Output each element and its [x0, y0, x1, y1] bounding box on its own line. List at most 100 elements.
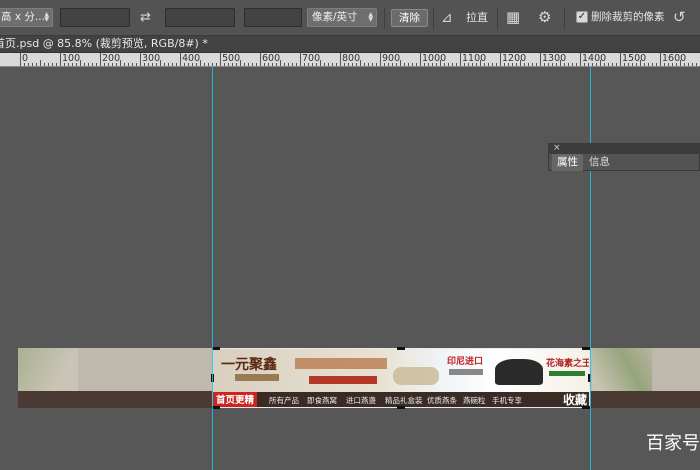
ruler-tick — [688, 63, 689, 66]
crop-handle[interactable] — [397, 347, 405, 350]
crop-area[interactable]: 一元聚鑫 印尼进口 花海素之王 首页更精彩 所有产品 即食燕窝 进口燕盏 精品礼… — [212, 348, 590, 408]
resolution-field[interactable] — [244, 8, 302, 27]
ruler-tick — [504, 63, 505, 66]
ruler-tick — [272, 63, 273, 66]
ruler-tick — [672, 63, 673, 66]
ruler-tick — [216, 63, 217, 66]
delete-cropped-checkbox[interactable]: ✓ — [576, 11, 588, 23]
ruler-tick — [536, 63, 537, 66]
ruler-tick — [224, 63, 225, 66]
crop-handle[interactable] — [212, 406, 220, 409]
ruler-tick — [368, 63, 369, 66]
ruler-tick — [404, 63, 405, 66]
ruler-label: 1100 — [462, 53, 487, 64]
slogan-graphic — [295, 358, 387, 369]
ruler-tick — [188, 63, 189, 66]
ruler-tick — [184, 63, 185, 66]
ruler-tick — [352, 63, 353, 66]
logo-subtitle-graphic — [235, 374, 279, 381]
ruler-tick — [648, 63, 649, 66]
ruler-tick — [548, 63, 549, 66]
document-tab[interactable]: 首页.psd @ 85.8% (裁剪预览, RGB/8#) * — [0, 36, 216, 53]
reset-icon[interactable]: ↺ — [673, 10, 686, 25]
nav-item: 即食燕窝 — [307, 396, 337, 405]
divider — [564, 7, 565, 29]
ruler-tick — [40, 60, 41, 66]
ruler-tick — [120, 60, 121, 66]
resolution-units-select[interactable]: 像素/英寸 ▲ ▼ — [307, 8, 377, 27]
ruler-tick — [228, 63, 229, 66]
nav-item: 燕碗粒 — [463, 396, 486, 405]
ruler-tick — [68, 63, 69, 66]
divider — [497, 7, 498, 29]
ruler-tick — [572, 63, 573, 66]
ruler-tick — [644, 63, 645, 66]
ruler-tick — [464, 63, 465, 66]
ruler-tick — [396, 63, 397, 66]
ruler-tick — [128, 63, 129, 66]
ruler-tick — [148, 63, 149, 66]
crop-handle[interactable] — [582, 347, 590, 350]
ruler-tick — [276, 63, 277, 66]
ruler-tick — [560, 60, 561, 66]
ruler-tick — [668, 63, 669, 66]
king-heading: 花海素之王 — [546, 359, 590, 369]
ruler-tick — [104, 63, 105, 66]
ruler-tick — [296, 63, 297, 66]
ratio-select[interactable]: 高 x 分... ▲ ▼ — [0, 8, 53, 27]
ruler-tick — [360, 60, 361, 66]
ruler-tick — [480, 60, 481, 66]
ruler-tick — [692, 63, 693, 66]
guide-line[interactable] — [212, 67, 213, 470]
ruler-tick — [468, 63, 469, 66]
ruler-tick — [232, 63, 233, 66]
crop-handle[interactable] — [212, 347, 220, 350]
ruler-tick — [632, 63, 633, 66]
ruler-tick — [84, 63, 85, 66]
chevron-updown-icon: ▲ ▼ — [368, 11, 373, 23]
width-field[interactable] — [60, 8, 130, 27]
ruler-tick — [312, 63, 313, 66]
horizontal-ruler[interactable]: 0 100 200 300 400 500 600 700 800 900 1000 1100 1200… — [0, 53, 700, 67]
ruler-tick — [460, 53, 461, 66]
close-icon[interactable]: × — [553, 142, 561, 154]
ruler-label: 1000 — [422, 53, 447, 64]
ruler-tick — [592, 63, 593, 66]
straighten-icon[interactable]: ⊿ — [441, 11, 453, 25]
ruler-tick — [280, 60, 281, 66]
ruler-tick — [428, 63, 429, 66]
ruler-tick — [200, 60, 201, 66]
swap-icon[interactable]: ⇄ — [140, 11, 151, 25]
straighten-label[interactable]: 拉直 — [466, 11, 488, 25]
ruler-tick — [472, 63, 473, 66]
ruler-tick — [284, 63, 285, 66]
crop-handle[interactable] — [582, 406, 590, 409]
watermark: 百家号 — [646, 433, 700, 454]
gear-icon[interactable]: ⚙ — [538, 10, 551, 25]
ruler-tick — [168, 63, 169, 66]
ruler-tick — [528, 63, 529, 66]
nav-item: 所有产品 — [269, 396, 299, 405]
nav-item: 手机专享 — [492, 396, 522, 405]
tab-info[interactable]: 信息 — [584, 154, 615, 171]
ruler-label: 1300 — [542, 53, 567, 64]
ruler-label: 1200 — [502, 53, 527, 64]
ruler-tick — [612, 63, 613, 66]
ruler-tick — [640, 60, 641, 66]
ruler-tick — [584, 63, 585, 66]
tab-properties[interactable]: 属性 — [552, 154, 583, 171]
clear-button[interactable]: 清除 — [391, 9, 428, 27]
king-subtext-graphic — [549, 371, 585, 376]
ruler-tick — [328, 63, 329, 66]
nav-item: 进口燕盏 — [346, 396, 376, 405]
ruler-tick — [152, 63, 153, 66]
ruler-tick — [436, 63, 437, 66]
ruler-tick — [488, 63, 489, 66]
ruler-tick — [112, 63, 113, 66]
ruler-tick — [500, 53, 501, 66]
crop-handle[interactable] — [397, 406, 405, 409]
grid-overlay-icon[interactable]: ▦ — [506, 10, 520, 25]
ruler-tick — [176, 63, 177, 66]
height-field[interactable] — [165, 8, 235, 27]
guide-line[interactable] — [590, 67, 591, 470]
